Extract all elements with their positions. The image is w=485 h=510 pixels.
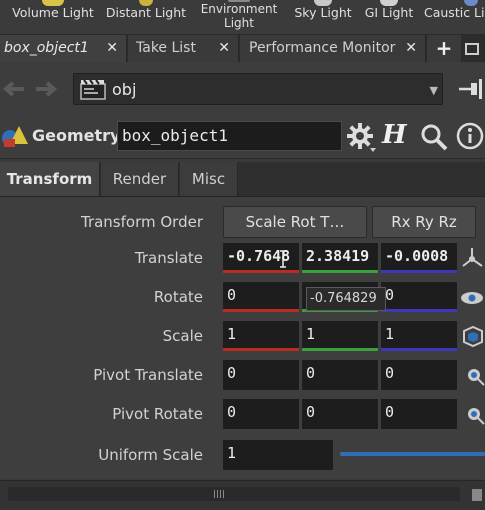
shelf-tool-gi-light[interactable]: GI Light [362,0,416,34]
rotate-z-field[interactable]: 0 [381,282,457,312]
forward-arrow-icon[interactable] [34,81,58,97]
uniform-scale-field[interactable]: 1 [223,440,333,470]
tab-label: box_object1 [4,40,89,56]
shelf-tool-volume-light[interactable]: Volume Light [8,0,98,34]
translate-z-field[interactable]: -0.0008 [381,243,457,273]
tab-performance-monitor[interactable]: Performance Monitor ✕ [240,35,426,62]
maximize-icon[interactable] [465,43,479,55]
shelf-tool-environment-light[interactable]: Environment Light [196,0,282,34]
scale-z-field[interactable]: 1 [381,321,457,351]
translate-y-field[interactable]: 2.38419 [302,243,378,273]
pivot-translate-label: Pivot Translate [93,366,203,384]
rotate-x-field[interactable]: 0 [223,282,299,312]
pivot-rotate-x-field[interactable]: 0 [223,399,299,429]
pivot-rotate-y-field[interactable]: 0 [302,399,378,429]
uniform-scale-slider[interactable] [340,452,485,456]
shelf-tool-label-line2: Light [224,16,254,30]
search-icon[interactable] [420,123,448,151]
tab-box-object1[interactable]: box_object1 ✕ [0,35,127,62]
info-icon[interactable] [456,122,484,150]
rotate-label: Rotate [153,288,203,306]
scale-cube-icon[interactable] [460,324,485,350]
pivot-rotate-label: Pivot Rotate [112,405,203,423]
close-icon[interactable]: ✕ [218,35,230,62]
shelf-tool-distant-light[interactable]: Distant Light [103,0,189,34]
translate-label: Translate [134,249,203,267]
shelf-toolbar: Volume Light Distant Light Environment L… [0,0,485,35]
shelf-tool-label: GI Light [364,5,414,20]
shelf-tool-sky-light[interactable]: Sky Light [291,0,355,34]
houdini-help-icon[interactable]: H [382,120,410,152]
chevron-down-icon[interactable]: ▼ [430,84,438,97]
node-header: Geometry box_object1 H [0,114,485,159]
tab-render[interactable]: Render [101,162,179,196]
pivot-translate-y-field[interactable]: 0 [302,360,378,390]
shelf-tool-label: Volume Light [12,5,94,20]
value-tooltip: -0.764829 [306,287,386,311]
back-arrow-icon[interactable] [2,81,26,97]
node-type-label: Geometry [32,126,121,145]
scrollbar-grip-icon[interactable] [214,490,226,498]
add-tab-button[interactable]: + [427,35,461,62]
shelf-tool-label: Caustic Li [424,5,485,20]
rotate-order-menu[interactable]: Rx Ry Rz [372,206,476,238]
translate-handle-icon[interactable] [460,246,485,272]
rotate-eye-icon[interactable] [460,285,485,311]
scale-label: Scale [162,327,203,345]
translate-x-field[interactable]: -0.7648 [223,243,299,273]
scrollbar-end-button[interactable] [472,489,482,501]
parameter-tabs: Transform Render Misc [0,162,485,197]
tab-label: Take List [136,40,196,56]
shelf-tool-label: Sky Light [294,5,352,20]
tab-misc[interactable]: Misc [180,162,238,196]
tab-label: Performance Monitor [249,40,396,56]
pivot-translate-z-field[interactable]: 0 [381,360,457,390]
pivot-translate-x-field[interactable]: 0 [223,360,299,390]
shelf-tool-label-line1: Environment [200,2,278,16]
tab-take-list[interactable]: Take List ✕ [128,35,239,62]
pane-tab-bar: box_object1 ✕ Take List ✕ Performance Mo… [0,35,485,62]
clapperboard-icon [80,79,106,100]
transform-order-label: Transform Order [80,213,203,231]
scrollbar-track[interactable] [8,487,460,501]
text-cursor-icon [280,250,286,268]
shelf-tool-label: Distant Light [105,5,187,20]
geometry-shapes-icon [2,126,28,147]
tab-transform[interactable]: Transform [0,162,100,196]
path-text: obj [112,80,137,99]
pivot-rotate-z-field[interactable]: 0 [381,399,457,429]
pivot-translate-handle-icon[interactable] [460,363,485,389]
pin-icon[interactable] [457,77,485,101]
scale-y-field[interactable]: 1 [302,321,378,351]
transform-order-menu[interactable]: Scale Rot T… [223,206,367,238]
scale-x-field[interactable]: 1 [223,321,299,351]
pivot-rotate-handle-icon[interactable] [460,402,485,428]
uniform-scale-label: Uniform Scale [98,446,203,464]
shelf-tool-caustic-light[interactable]: Caustic Li [424,0,485,34]
gear-icon[interactable] [346,122,376,152]
navigation-bar: obj ▼ [0,62,485,115]
close-icon[interactable]: ✕ [405,35,417,62]
node-name-field[interactable]: box_object1 [117,121,342,151]
path-field[interactable]: obj ▼ [73,73,443,105]
close-icon[interactable]: ✕ [106,35,118,62]
horizontal-scrollbar[interactable] [0,480,485,510]
